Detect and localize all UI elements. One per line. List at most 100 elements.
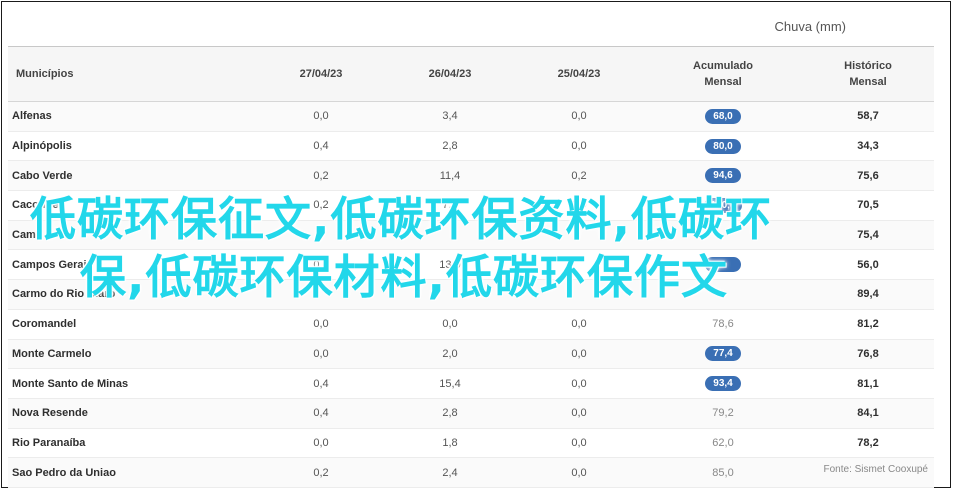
cell-date-1: 0,2 <box>313 169 329 182</box>
table-row: Alpinópolis 0,4 2,8 0,0 80,0 34,3 <box>8 132 934 162</box>
cell-date-3 <box>514 250 644 279</box>
cell-date-2: 15,4 <box>439 377 461 390</box>
cell-date-1: 0,4 <box>313 407 329 420</box>
cell-date-3: 0,0 <box>571 466 587 479</box>
source-note: Fonte: Sismet Cooxupé <box>823 464 929 475</box>
header-municipios[interactable]: Municípios <box>8 47 256 101</box>
cell-municipio: Sao Pedro da Uniao <box>12 466 116 479</box>
cell-municipio: Alpinópolis <box>12 140 72 153</box>
cell-historico: 78,2 <box>857 436 879 449</box>
acumulado-badge: 68,0 <box>705 108 741 124</box>
cell-date-1: 0,2 <box>313 466 329 479</box>
cell-date-2: 7,6 <box>442 199 458 212</box>
cell-acumulado: 94,6 <box>644 161 802 190</box>
table-row: Campos Gerais 0,0 13,0 56,0 <box>8 250 934 281</box>
cell-date-2: 2,8 <box>442 140 458 153</box>
cell-date-1: 0,0 <box>313 436 329 449</box>
cell-municipio: Caconde <box>12 199 59 212</box>
cell-municipio: Monte Santo de Minas <box>12 377 129 390</box>
acumulado-badge: 94,6 <box>705 168 741 184</box>
cell-acumulado: 140,8 <box>644 191 802 220</box>
cell-acumulado <box>644 280 802 309</box>
cell-date-3: 0,0 <box>571 347 587 360</box>
cell-acumulado <box>644 250 802 279</box>
cell-municipio: Alfenas <box>12 110 52 123</box>
table-row: Carmo do Rio Claro 89,4 <box>8 280 934 310</box>
cell-historico: 81,2 <box>857 318 879 331</box>
cell-municipio: Rio Paranaíba <box>12 436 86 449</box>
table-row: Coromandel 0,0 0,0 0,0 78,6 81,2 <box>8 310 934 340</box>
cell-municipio: Carmo do Rio Claro <box>12 288 116 301</box>
cell-historico: 70,5 <box>857 199 879 212</box>
cell-historico: 56,0 <box>857 258 879 271</box>
cell-municipio: Campos Gerais <box>12 258 93 271</box>
header-date-1[interactable]: 27/04/23 <box>256 47 386 101</box>
table-row: Cabo Verde 0,2 11,4 0,2 94,6 75,6 <box>8 161 934 192</box>
cell-date-2: 11,4 <box>439 169 461 182</box>
cell-date-2: 13,0 <box>439 258 461 271</box>
cell-date-1 <box>256 221 386 250</box>
cell-municipio: Nova Resende <box>12 407 88 420</box>
cell-date-3 <box>514 221 644 250</box>
cell-date-1: 0,0 <box>313 258 329 271</box>
header-acumulado[interactable]: Acumulado Mensal <box>644 47 802 101</box>
cell-date-3 <box>514 280 644 309</box>
cell-municipio: Cabo Verde <box>12 169 73 182</box>
acumulado-badge <box>705 257 741 273</box>
cell-date-3: 0,0 <box>571 199 587 212</box>
header-date-3[interactable]: 25/04/23 <box>514 47 644 101</box>
cell-acumulado: 77,4 <box>644 340 802 369</box>
cell-date-1: 0,0 <box>313 347 329 360</box>
unit-label: Chuva (mm) <box>774 19 846 34</box>
table-row: Caconde 0,2 7,6 0,0 140,8 70,5 <box>8 191 934 221</box>
cell-historico: 84,1 <box>857 407 879 420</box>
header-historico[interactable]: Histórico Mensal <box>802 47 934 101</box>
table-row: Alfenas 0,0 3,4 0,0 68,0 58,7 <box>8 102 934 132</box>
acumulado-value: 78,6 <box>712 318 734 331</box>
cell-municipio: Cam <box>12 229 36 242</box>
cell-date-3: 0,0 <box>571 140 587 153</box>
acumulado-value: 62,0 <box>712 436 734 449</box>
cell-historico: 75,4 <box>857 229 879 242</box>
table-row: Nova Resende 0,4 2,8 0,0 79,2 84,1 <box>8 398 934 429</box>
cell-acumulado: 68,0 <box>644 102 802 131</box>
table-row: Sao Pedro da Uniao 0,2 2,4 0,0 85,0 <box>8 458 934 488</box>
rainfall-table: Municípios 27/04/23 26/04/23 25/04/23 Ac… <box>8 46 934 488</box>
table-body: Alfenas 0,0 3,4 0,0 68,0 58,7 Alpinópolis 0,4 2,… <box>8 102 934 488</box>
cell-date-3: 0,2 <box>571 169 587 182</box>
cell-date-3: 0,0 <box>571 110 587 123</box>
cell-date-3: 0,0 <box>571 318 587 331</box>
cell-date-1: 0,4 <box>313 140 329 153</box>
table-row: Rio Paranaíba 0,0 1,8 0,0 62,0 78,2 <box>8 429 934 459</box>
cell-date-3: 0,0 <box>571 436 587 449</box>
cell-acumulado <box>644 221 802 250</box>
acumulado-value: 85,0 <box>712 466 734 479</box>
header-date-2[interactable]: 26/04/23 <box>386 47 514 101</box>
cell-date-3: 0,0 <box>571 407 587 420</box>
cell-historico: 34,3 <box>857 140 879 153</box>
cell-date-2: 0,0 <box>442 318 458 331</box>
cell-municipio: Monte Carmelo <box>12 347 92 360</box>
acumulado-badge: 140,8 <box>704 197 742 213</box>
table-row: Cam 75,4 <box>8 220 934 251</box>
cell-date-2: 1,8 <box>442 436 458 449</box>
cell-municipio: Coromandel <box>12 318 77 331</box>
cell-historico: 76,8 <box>857 347 879 360</box>
rainfall-panel: Chuva (mm) Municípios 27/04/23 26/04/23 … <box>1 1 951 488</box>
cell-date-3: 0,0 <box>571 377 587 390</box>
cell-acumulado: 85,0 <box>644 458 802 487</box>
cell-acumulado: 78,6 <box>644 310 802 339</box>
cell-date-2: 2,4 <box>442 466 458 479</box>
cell-acumulado: 62,0 <box>644 429 802 458</box>
cell-date-1: 0,4 <box>313 377 329 390</box>
cell-date-1: 0,2 <box>313 199 329 212</box>
acumulado-badge: 80,0 <box>705 138 741 154</box>
acumulado-badge: 77,4 <box>705 346 741 362</box>
cell-historico: 75,6 <box>857 169 879 182</box>
cell-date-1: 0,0 <box>313 318 329 331</box>
table-row: Monte Carmelo 0,0 2,0 0,0 77,4 76,8 <box>8 339 934 370</box>
cell-acumulado: 93,4 <box>644 369 802 398</box>
cell-date-1: 0,0 <box>313 110 329 123</box>
cell-historico: 89,4 <box>857 288 879 301</box>
cell-historico: 58,7 <box>857 110 879 123</box>
